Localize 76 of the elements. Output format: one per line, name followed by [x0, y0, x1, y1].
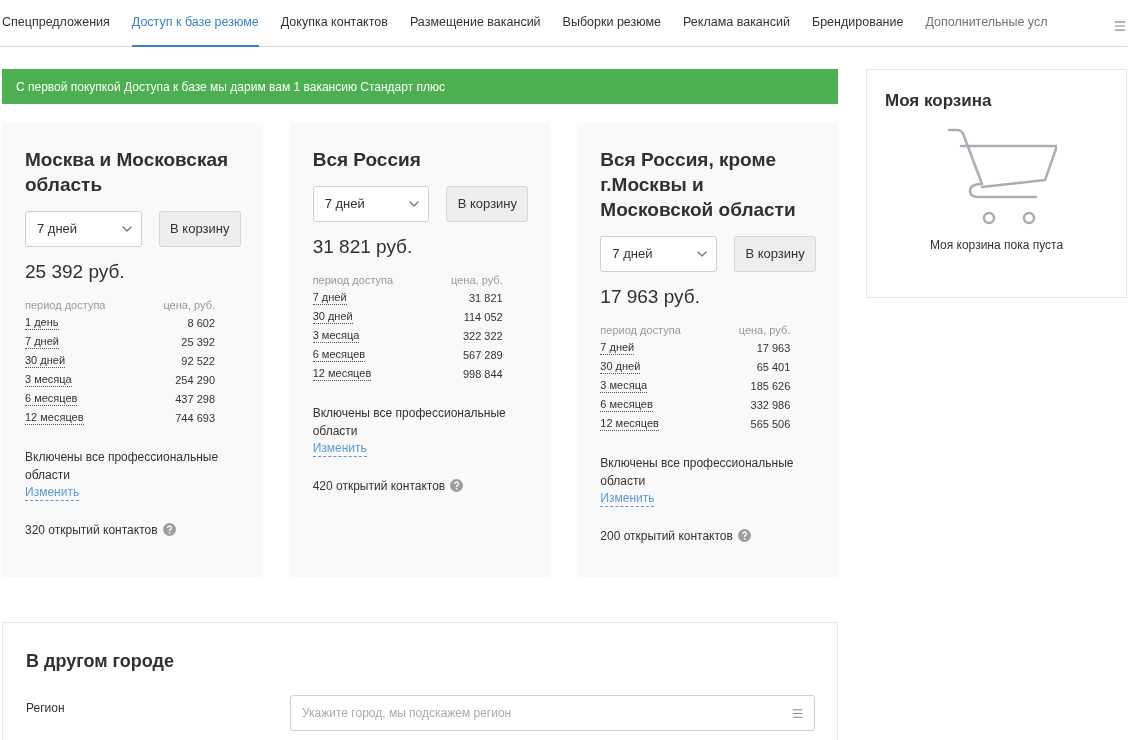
- period-link[interactable]: 30 дней: [25, 354, 66, 368]
- nav-tab[interactable]: Доступ к базе резюме: [131, 0, 259, 47]
- help-icon[interactable]: [737, 529, 751, 542]
- period-link[interactable]: 3 месяца: [600, 379, 648, 393]
- nav-tab[interactable]: Выборки резюме: [562, 0, 662, 47]
- period-price: 185 626: [750, 378, 791, 394]
- areas-note: Включены все профессиональные области: [25, 448, 220, 484]
- contacts-count: 200 открытий контактов: [600, 527, 733, 545]
- region-field[interactable]: Укажите город, мы подскажем регион: [290, 694, 815, 731]
- add-to-cart-button[interactable]: В корзину: [446, 186, 529, 222]
- offer-title: Вся Россия: [312, 148, 422, 172]
- period-link[interactable]: 12 месяцев: [600, 417, 659, 431]
- add-to-cart-button[interactable]: В корзину: [734, 236, 816, 272]
- period-link[interactable]: 7 дней: [600, 341, 635, 355]
- offer-price: 17 963 руб.: [600, 285, 701, 309]
- period-price: 998 844: [462, 366, 503, 382]
- period-link[interactable]: 6 месяцев: [312, 348, 366, 362]
- period-link[interactable]: 7 дней: [25, 335, 59, 349]
- period-price: 114 052: [463, 309, 503, 325]
- field-label: Регион: [26, 699, 66, 717]
- period-price: 744 693: [175, 410, 215, 426]
- period-link[interactable]: 12 месяцев: [25, 411, 84, 425]
- contacts-count: 420 открытий контактов: [312, 477, 446, 495]
- period-price: 437 298: [175, 391, 215, 407]
- areas-note: Включены все профессиональные области: [600, 454, 795, 490]
- cart-title: Моя корзина: [885, 90, 993, 112]
- column-header: период доступа: [25, 298, 106, 313]
- period-select[interactable]: 7 дней: [312, 186, 430, 222]
- nav-tab[interactable]: Размещение вакансий: [409, 0, 541, 47]
- column-header: период доступа: [600, 323, 681, 338]
- period-price: 254 290: [175, 372, 215, 388]
- offer-title: Вся Россия, кроме г.Москвы и Московской области: [600, 148, 797, 222]
- nav-tab[interactable]: Докупка контактов: [280, 0, 388, 47]
- nav-tab[interactable]: Брендирование: [811, 0, 904, 47]
- column-header: цена, руб.: [738, 323, 791, 338]
- section-title: В другом городе: [26, 649, 175, 673]
- offer-title: Москва и Московская область: [25, 148, 230, 197]
- shopping-cart-icon: [946, 127, 1057, 226]
- period-link[interactable]: 3 месяца: [312, 329, 360, 343]
- period-price: 8 602: [187, 315, 215, 331]
- add-to-cart-button[interactable]: В корзину: [158, 211, 241, 247]
- period-link[interactable]: 6 месяцев: [25, 392, 78, 406]
- period-price: 65 401: [756, 359, 791, 375]
- period-price: 92 522: [181, 353, 215, 369]
- period-price: 31 821: [469, 290, 503, 306]
- contacts-count: 320 открытий контактов: [25, 521, 158, 539]
- period-select[interactable]: 7 дней: [25, 211, 142, 247]
- period-price: 332 986: [750, 397, 791, 413]
- period-link[interactable]: 7 дней: [312, 291, 347, 305]
- column-header: цена, руб.: [163, 298, 215, 313]
- help-icon[interactable]: [450, 479, 464, 492]
- promo-banner: С первой покупкой Доступа к базе мы дарим вам 1 вакансию Стандарт плюс: [2, 69, 838, 104]
- nav-tab[interactable]: Спецпредложения: [2, 0, 110, 47]
- nav-tab[interactable]: Дополнительные усл: [925, 0, 1048, 47]
- period-price: 565 506: [750, 416, 791, 432]
- empty-cart-text: Моя корзина пока пуста: [928, 236, 1065, 254]
- column-header: цена, руб.: [451, 273, 503, 288]
- areas-note: Включены все профессиональные области: [312, 404, 507, 440]
- period-link[interactable]: 3 месяца: [25, 373, 72, 387]
- help-icon[interactable]: [162, 523, 176, 536]
- period-price: 17 963: [756, 340, 791, 356]
- offer-price: 25 392 руб.: [25, 260, 126, 284]
- period-link[interactable]: 30 дней: [600, 360, 641, 374]
- period-price: 25 392: [181, 334, 215, 350]
- menu-icon[interactable]: [1113, 19, 1127, 33]
- period-link[interactable]: 6 месяцев: [600, 398, 653, 412]
- column-header: период доступа: [312, 273, 394, 288]
- period-link[interactable]: 30 дней: [312, 310, 353, 324]
- period-select[interactable]: 7 дней: [600, 236, 718, 272]
- period-link[interactable]: 1 день: [25, 316, 59, 330]
- period-link[interactable]: 12 месяцев: [312, 367, 372, 381]
- period-price: 322 322: [462, 328, 503, 344]
- offer-price: 31 821 руб.: [312, 235, 414, 259]
- nav-tab[interactable]: Реклама вакансий: [683, 0, 790, 47]
- period-price: 567 289: [462, 347, 503, 363]
- list-icon[interactable]: [791, 706, 804, 720]
